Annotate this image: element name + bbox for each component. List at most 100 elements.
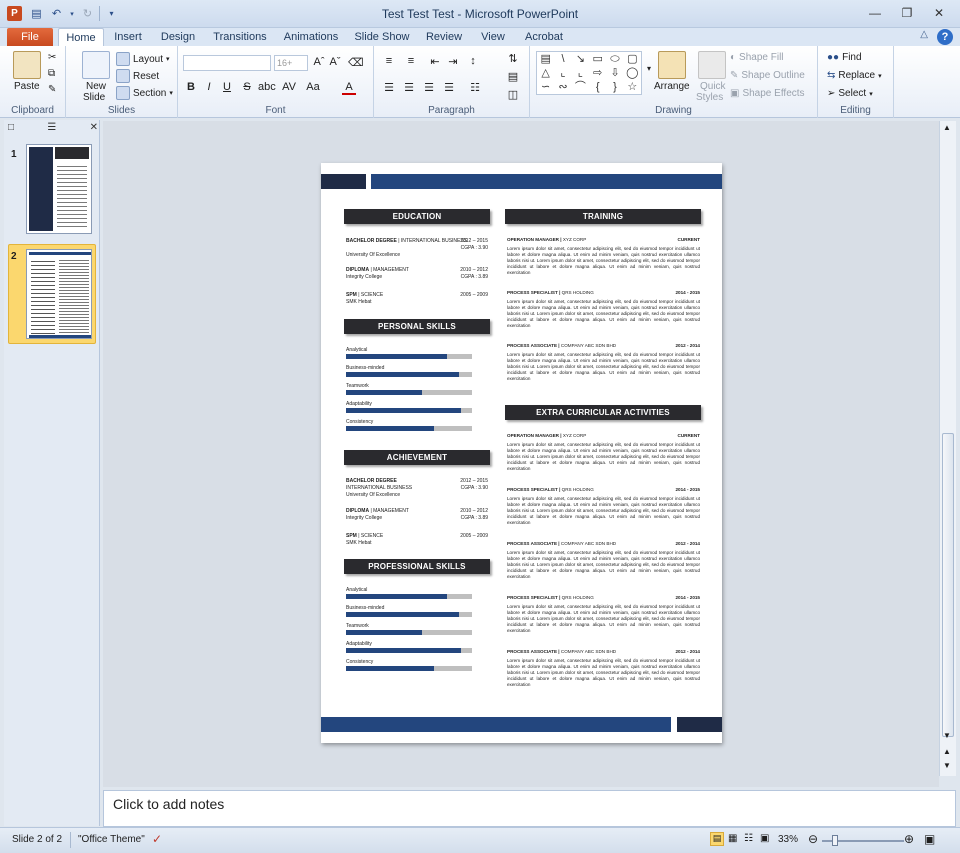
vertical-scrollbar[interactable]: ▲ ▼ ▲ ▼ [939,121,956,776]
tab-insert[interactable]: Insert [108,28,148,46]
character-spacing-icon[interactable]: AV [282,81,296,93]
shapes-gallery[interactable]: ▤ \ ↘ ▭ ⬭ ▢ △ ⌞ ⌞ ⇨ ⇩ ◯ ∽ ∾ ⌒{} ☆ [536,51,642,95]
star-shape-icon[interactable]: ☆ [624,80,641,94]
align-text-icon[interactable]: ▤ [506,70,520,83]
previous-slide-icon[interactable]: ▲ [943,747,951,756]
notes-pane[interactable]: Click to add notes [103,790,956,827]
cut-icon[interactable]: ✂ [48,52,56,63]
oval-shape-icon[interactable]: ⬭ [606,52,623,66]
arrow-shape-icon[interactable]: ↘ [572,52,589,66]
underline-icon[interactable]: U [220,81,234,93]
shape-effects-button[interactable]: ▣ Shape Effects [730,88,805,99]
scrollbar-thumb[interactable] [942,433,954,737]
close-button[interactable]: ✕ [926,4,952,22]
minimize-button[interactable]: — [862,4,888,22]
help-icon[interactable]: ? [937,29,953,45]
tab-transitions[interactable]: Transitions [208,28,272,46]
rectangle-shape-icon[interactable]: ▭ [589,52,606,66]
decrease-indent-icon[interactable]: ⇤ [428,55,442,68]
restore-button[interactable]: ❐ [894,4,920,22]
brace-shape-icon[interactable]: { [589,80,606,94]
zoom-slider-knob[interactable] [832,835,838,846]
quick-styles-button[interactable]: Quick [700,81,726,92]
quick-styles-button-line2[interactable]: Styles [696,92,723,103]
text-direction-icon[interactable]: ⇅ [506,52,520,65]
slide-show-icon[interactable]: ▣ [760,833,769,844]
shrink-font-icon[interactable]: Aˇ [328,56,342,68]
section-button[interactable]: Section ▾ [116,86,173,100]
font-name-combo[interactable] [183,55,271,71]
freeform-shape-icon[interactable]: ∽ [537,80,554,94]
down-arrow-shape-icon[interactable]: ⇩ [606,66,623,80]
zoom-in-icon[interactable]: ⊕ [904,832,914,846]
rounded-rect-shape-icon[interactable]: ▢ [624,52,641,66]
arrange-icon[interactable] [658,51,686,79]
align-left-icon[interactable]: ☰ [382,81,396,94]
tab-file[interactable]: File [7,28,53,46]
shadow-icon[interactable]: abc [258,81,276,93]
minimize-ribbon-icon[interactable]: △ [920,29,928,40]
font-color-icon[interactable]: A [342,81,356,95]
tab-design[interactable]: Design [156,28,200,46]
shape-fill-button[interactable]: ◐ Shape Fill [730,52,784,63]
justify-icon[interactable]: ☰ [442,81,456,94]
increase-indent-icon[interactable]: ⇥ [446,55,460,68]
smartart-icon[interactable]: ◫ [506,88,520,101]
tab-home[interactable]: Home [58,28,104,47]
numbering-icon[interactable]: ≡ [404,55,418,67]
paste-icon[interactable] [13,51,41,79]
tab-review[interactable]: Review [420,28,468,46]
outline-view-tab-icon[interactable]: ☰ [47,122,56,136]
format-painter-icon[interactable]: ✎ [48,84,56,95]
slide-thumbnail-2[interactable] [26,249,92,339]
tab-animations[interactable]: Animations [280,28,342,46]
slide-sorter-icon[interactable]: ▦ [728,833,737,844]
italic-icon[interactable]: I [202,81,216,93]
change-case-icon[interactable]: Aa [306,81,320,93]
select-button[interactable]: ➢ Select ▾ [827,88,873,99]
tab-slide-show[interactable]: Slide Show [352,28,412,46]
close-panel-icon[interactable]: ✕ [90,122,98,136]
next-slide-icon[interactable]: ▼ [943,761,951,770]
spell-check-icon[interactable]: ✓ [152,832,162,846]
reading-view-icon[interactable]: ☷ [744,833,753,844]
shapes-more-icon[interactable]: ▾ [642,64,656,73]
bullets-icon[interactable]: ≡ [382,55,396,67]
fit-slide-icon[interactable]: ▣ [924,832,935,846]
tab-view[interactable]: View [476,28,510,46]
shape-outline-button[interactable]: ✎ Shape Outline [730,70,805,81]
arc-shape-icon[interactable]: ⌒ [572,80,589,94]
new-slide-icon[interactable] [82,51,110,79]
zoom-out-icon[interactable]: ⊖ [808,832,818,846]
find-button[interactable]: ●● Find [827,52,862,63]
arrange-button[interactable]: Arrange [654,81,690,92]
grow-font-icon[interactable]: Aˆ [312,56,326,68]
paste-button[interactable]: Paste [14,81,40,92]
align-right-icon[interactable]: ☰ [422,81,436,94]
bold-icon[interactable]: B [184,81,198,93]
line-shape-icon[interactable]: \ [554,52,571,66]
line-spacing-icon[interactable]: ↕ [466,55,480,67]
font-size-combo[interactable]: 16+ [274,55,308,71]
zoom-level[interactable]: 33% [778,834,798,845]
right-arrow-shape-icon[interactable]: ⇨ [589,66,606,80]
center-icon[interactable]: ☰ [402,81,416,94]
slides-view-tab-icon[interactable]: □ [8,122,14,136]
slide-thumbnail-1[interactable] [26,144,92,234]
replace-button[interactable]: ⇆ Replace ▾ [827,70,882,81]
new-slide-button[interactable]: New [86,81,106,92]
scroll-up-icon[interactable]: ▲ [943,123,951,132]
normal-view-icon[interactable]: ▤ [710,832,724,846]
scroll-down-icon[interactable]: ▼ [943,731,951,740]
strikethrough-icon[interactable]: S [240,81,254,93]
brace-right-shape-icon[interactable]: } [606,80,623,94]
columns-icon[interactable]: ☷ [468,81,482,94]
connector-shape-icon[interactable]: ⌞ [554,66,571,80]
clear-formatting-icon[interactable]: ⌫ [348,56,364,69]
new-slide-button-line2[interactable]: Slide [83,92,105,103]
elbow-shape-icon[interactable]: ⌞ [572,66,589,80]
reset-button[interactable]: Reset [116,69,159,83]
triangle-shape-icon[interactable]: △ [537,66,554,80]
callout-shape-icon[interactable]: ◯ [624,66,641,80]
quick-styles-icon[interactable] [698,51,726,79]
